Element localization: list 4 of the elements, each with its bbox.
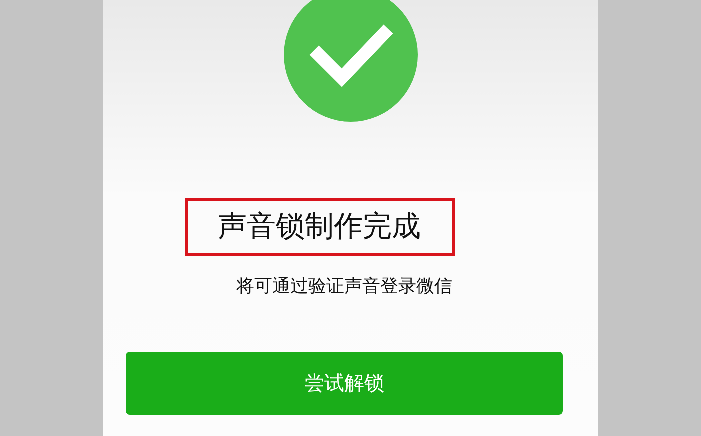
checkmark-icon bbox=[284, 0, 418, 122]
try-unlock-button[interactable]: 尝试解锁 bbox=[126, 352, 563, 415]
subtitle: 将可通过验证声音登录微信 bbox=[236, 275, 452, 298]
title: 声音锁制作完成 bbox=[184, 198, 454, 256]
